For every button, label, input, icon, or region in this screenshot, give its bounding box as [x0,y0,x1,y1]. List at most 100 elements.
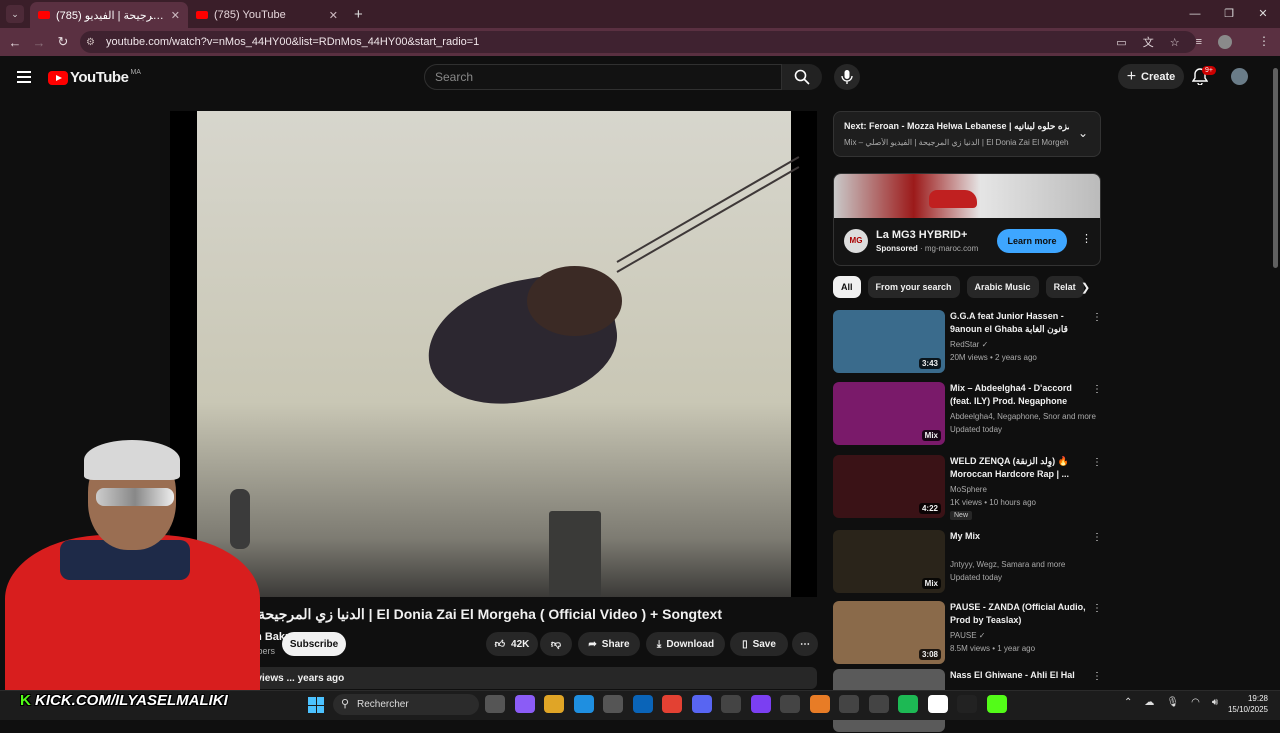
minimize-icon[interactable]: — [1178,0,1212,28]
site-info-icon[interactable]: ⚙ [86,37,100,48]
learn-more-button[interactable]: Learn more [997,229,1067,253]
subscribe-button[interactable]: Subscribe [282,632,346,656]
page-scrollbar[interactable] [1270,56,1280,690]
related-video-title[interactable]: PAUSE - ZANDA (Official Audio, Prod by T… [950,601,1090,627]
wifi-icon[interactable]: ◠ [1191,697,1200,708]
outlook-icon[interactable] [632,695,653,713]
edge-icon[interactable] [573,695,594,713]
close-tab-icon[interactable]: ✕ [171,9,180,22]
account-avatar[interactable] [1231,68,1248,85]
chevron-down-icon[interactable]: ⌄ [1078,126,1088,140]
capcut-icon[interactable] [957,695,977,713]
related-video-channel[interactable]: Abdeelgha4, Negaphone, Snor and more [950,412,1100,421]
video-thumbnail[interactable]: Mix [833,382,945,445]
translate-icon[interactable]: 文 [1143,34,1154,50]
steam-icon[interactable] [780,695,800,713]
related-video-title[interactable]: My Mix [950,530,1090,543]
ad-menu-icon[interactable]: ⋮ [1081,232,1092,245]
store-icon[interactable] [603,695,623,713]
chip-from-your-search[interactable]: From your search [867,276,960,298]
related-video-channel[interactable]: RedStar ✓ [950,340,1100,349]
chevron-right-icon[interactable]: ❯ [1081,281,1090,294]
related-video-item[interactable]: 3:08 PAUSE - ZANDA (Official Audio, Prod … [833,601,1103,665]
search-input[interactable]: Search [424,64,782,90]
video-thumbnail[interactable]: 4:22 [833,455,945,518]
save-button[interactable]: ▯ Save [730,632,788,656]
video-thumbnail[interactable]: Mix [833,530,945,593]
bookmark-star-icon[interactable]: ☆ [1170,36,1180,49]
related-video-item[interactable]: 4:22 WELD ZENQA (وِلد الزنقة) 🔥 Moroccan … [833,455,1103,520]
close-tab-icon[interactable]: ✕ [329,9,338,22]
cast-icon[interactable]: ▭ [1116,36,1126,49]
game-controller-icon[interactable] [750,695,771,713]
up-next-panel[interactable]: Next: Feroan - Mozza Helwa Lebanese | مز… [833,111,1101,157]
video-menu-icon[interactable]: ⋮ [1092,312,1102,323]
download-button[interactable]: ⤓ Download [646,632,725,656]
video-menu-icon[interactable]: ⋮ [1092,532,1102,543]
close-window-icon[interactable]: ✕ [1246,0,1280,28]
app-icon[interactable] [839,695,859,713]
file-explorer-icon[interactable] [544,695,564,713]
related-video-title[interactable]: WELD ZENQA (وِلد الزنقة) 🔥 Moroccan Hard… [950,455,1090,481]
related-video-title[interactable]: G.G.A feat Junior Hassen - 9anoun el Gha… [950,310,1090,336]
scrollbar-thumb[interactable] [1273,68,1278,268]
video-menu-icon[interactable]: ⋮ [1092,603,1102,614]
address-bar[interactable]: ⚙ youtube.com/watch?v=nMos_44HY00&list=R… [80,31,1196,53]
cloud-icon[interactable]: ☁ [1144,697,1154,708]
related-video-channel[interactable]: MoSphere [950,485,1100,494]
taskbar-clock[interactable]: 19:28 15/10/2025 [1224,693,1268,715]
restore-icon[interactable]: ❐ [1212,0,1246,28]
related-video-channel[interactable]: Jntyyy, Wegz, Samara and more [950,560,1100,569]
share-button[interactable]: ➦ Share [578,632,640,656]
more-actions-button[interactable]: ⋯ [792,632,818,656]
dislike-button[interactable]: 👎︎ [540,632,572,656]
forward-icon[interactable]: → [27,35,51,50]
video-menu-icon[interactable]: ⋮ [1092,671,1102,682]
vlc-icon[interactable] [809,695,830,713]
taskbar-search-input[interactable]: Rechercher [333,694,479,715]
tab-youtube[interactable]: (785) YouTube ✕ [188,2,346,28]
like-button[interactable]: 👍︎ 42K [486,632,538,656]
chevron-up-icon[interactable]: ⌃ [1124,697,1132,708]
chip-arabic-music[interactable]: Arabic Music [966,276,1039,298]
reload-icon[interactable]: ↻ [51,34,75,50]
create-button[interactable]: + Create [1118,64,1184,89]
task-view-icon[interactable] [485,695,505,713]
app-icon[interactable] [868,695,889,713]
tab-search-button[interactable]: ⌄ [6,5,24,23]
youtube-logo[interactable]: YouTube MA [48,69,141,86]
app-icon[interactable] [721,695,741,713]
new-tab-icon[interactable]: + [354,6,363,23]
video-menu-icon[interactable]: ⋮ [1092,457,1102,468]
copilot-icon[interactable] [514,695,535,713]
voice-search-button[interactable] [834,64,860,90]
chip-related[interactable]: Relat [1045,276,1084,298]
menu-dots-icon[interactable]: ⋮ [1258,34,1270,48]
video-thumbnail[interactable]: 3:43 [833,310,945,373]
volume-icon[interactable]: 🔊︎ [1212,697,1218,708]
tab-active[interactable]: (785) الدنيا زي المرجيحة | الفيديو ✕ [30,2,188,28]
playlist-icon[interactable]: ≡ [1196,36,1202,48]
spotify-icon[interactable] [898,695,918,713]
discord-icon[interactable] [691,695,712,713]
related-video-item[interactable]: 3:43 G.G.A feat Junior Hassen - 9anoun el… [833,310,1103,374]
ad-banner-image[interactable] [834,174,1100,218]
back-icon[interactable]: ← [3,35,27,50]
related-video-title[interactable]: Mix – Abdeelgha4 - D'accord (feat. ILY) … [950,382,1090,408]
related-video-channel[interactable]: PAUSE ✓ [950,631,1100,640]
sponsored-ad-card[interactable]: MG La MG3 HYBRID+ Sponsored · mg-maroc.c… [833,173,1101,266]
related-video-item[interactable]: Mix Mix – Abdeelgha4 - D'accord (feat. IL… [833,382,1103,446]
app-icon[interactable] [927,695,948,713]
kick-app-icon[interactable] [986,695,1007,713]
chrome-icon[interactable] [662,695,682,713]
profile-avatar-icon[interactable] [1218,35,1232,49]
windows-start-icon[interactable] [308,697,324,713]
video-menu-icon[interactable]: ⋮ [1092,384,1102,395]
related-video-title[interactable]: Nass El Ghiwane - Ahli El Hal [950,669,1090,682]
hamburger-menu-icon[interactable] [17,71,31,86]
chip-all[interactable]: All [833,276,861,298]
mic-tray-icon[interactable]: 🎙︎ [1166,697,1179,708]
related-video-item[interactable]: Mix My Mix Jntyyy, Wegz, Samara and more Up… [833,530,1103,594]
search-button[interactable] [782,64,822,90]
video-thumbnail[interactable]: 3:08 [833,601,945,664]
